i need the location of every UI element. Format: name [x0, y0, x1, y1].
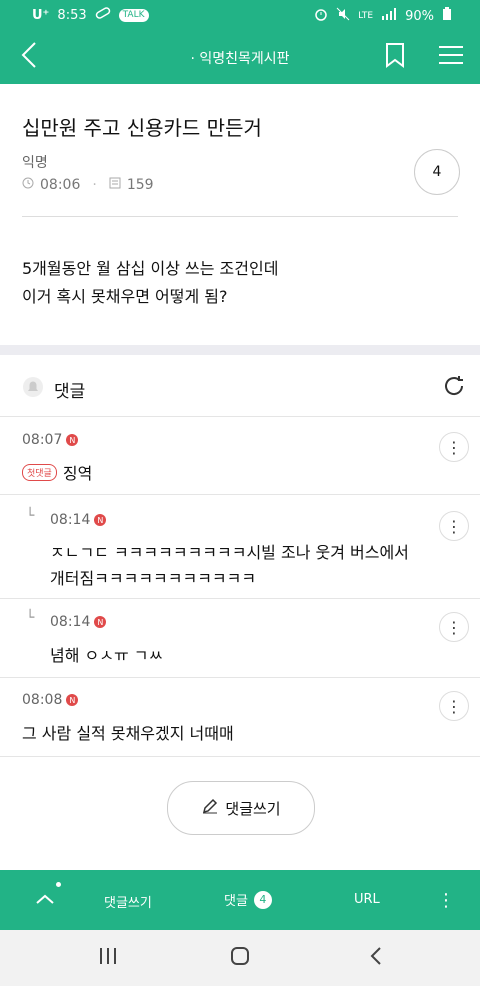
home-icon — [230, 946, 250, 970]
view-count: 159 — [126, 177, 154, 193]
post-time: 08:06 — [40, 177, 81, 193]
pill-icon — [95, 7, 111, 23]
battery-label: 90% — [405, 8, 434, 24]
chevron-left-icon — [369, 946, 383, 970]
menu-button[interactable] — [434, 40, 468, 74]
system-nav-bar — [0, 930, 480, 986]
battery-icon — [442, 7, 452, 25]
comment-item: 08:07 N — [22, 432, 79, 448]
new-badge: N — [94, 616, 107, 628]
more-vertical-icon: ⋮ — [446, 617, 462, 637]
comments-label: 댓글 — [54, 382, 86, 402]
comments-header: 댓글 — [22, 376, 85, 403]
comment-text: 징역 — [62, 464, 93, 483]
pencil-icon — [201, 797, 219, 819]
bottom-write-button[interactable]: 댓글쓰기 — [104, 892, 152, 911]
scroll-top-button[interactable] — [28, 886, 62, 916]
clock-icon — [22, 177, 34, 193]
divider — [22, 216, 458, 217]
write-comment-button[interactable]: 댓글쓰기 — [167, 781, 315, 835]
refresh-button[interactable] — [440, 374, 468, 402]
comment-count-badge[interactable]: 4 — [414, 149, 460, 195]
divider — [0, 598, 480, 599]
alarm-icon — [314, 7, 328, 25]
recent-apps-icon — [98, 947, 118, 969]
views-icon — [109, 177, 121, 193]
chevron-up-icon — [35, 893, 55, 909]
recent-apps-button[interactable] — [96, 946, 120, 970]
author-name: 익명 — [22, 155, 48, 171]
reply-arrow-icon: └ — [26, 610, 35, 626]
app-bar: · 익명친목게시판 — [0, 30, 480, 84]
back-nav-button[interactable] — [364, 946, 388, 970]
first-comment-tag: 첫댓글 — [22, 463, 57, 481]
comment-time: 08:14 — [50, 614, 91, 630]
mute-icon — [336, 7, 350, 25]
refresh-icon — [442, 374, 466, 402]
more-vertical-icon: ⋮ — [437, 889, 455, 911]
comment-time: 08:08 — [22, 692, 63, 708]
comment-text: ㅈㄴㄱㄷ ㅋㅋㅋㅋㅋㅋㅋㅋㅋ시빌 조나 웃겨 버스에서 개터짐ㅋㅋㅋㅋㅋㅋㅋㅋㅋ… — [50, 543, 409, 588]
divider — [0, 756, 480, 757]
meta-dot: · — [92, 177, 97, 193]
post-meta: 08:06 · 159 — [22, 177, 154, 193]
bell-icon[interactable] — [22, 376, 44, 403]
more-vertical-icon: ⋮ — [446, 437, 462, 457]
post-title: 십만원 주고 신용카드 만든거 — [22, 116, 262, 140]
hamburger-icon — [439, 45, 463, 69]
new-badge: N — [66, 694, 79, 706]
comment-text: 그 사람 실적 못채우겠지 너때매 — [22, 724, 234, 743]
more-options-button[interactable]: ⋮ — [439, 612, 469, 642]
url-button[interactable]: URL — [354, 892, 380, 907]
post-body: 5개월동안 월 삼십 이상 쓰는 조건인데 이거 혹시 못채우면 어떻게 됨? — [22, 255, 278, 311]
post-body-line: 이거 혹시 못채우면 어떻게 됨? — [22, 287, 228, 306]
bottom-action-bar: 댓글쓰기 댓글 4 URL ⋮ — [0, 870, 480, 930]
talk-icon: TALK — [118, 8, 149, 22]
divider — [0, 494, 480, 495]
bottom-comments-label: 댓글 — [224, 894, 248, 909]
new-badge: N — [94, 514, 107, 526]
bookmark-button[interactable] — [378, 40, 412, 74]
notification-dot — [56, 882, 61, 887]
clock: 8:53 — [57, 7, 87, 23]
carrier-label: U⁺ — [32, 7, 50, 23]
home-button[interactable] — [228, 946, 252, 970]
write-comment-label: 댓글쓰기 — [225, 799, 281, 818]
more-button[interactable]: ⋮ — [436, 888, 456, 912]
signal-icon — [381, 8, 397, 24]
bookmark-icon — [385, 42, 405, 72]
reply-arrow-icon: └ — [26, 508, 35, 524]
more-options-button[interactable]: ⋮ — [439, 691, 469, 721]
new-badge: N — [66, 434, 79, 446]
comment-time: 08:14 — [50, 512, 91, 528]
status-bar: U⁺ 8:53 TALK LTE 90% — [0, 0, 480, 30]
divider — [0, 677, 480, 678]
bottom-comments-button[interactable]: 댓글 4 — [224, 890, 272, 909]
section-separator — [0, 345, 480, 355]
post-body-line: 5개월동안 월 삼십 이상 쓰는 조건인데 — [22, 259, 279, 278]
comment-time: 08:07 — [22, 432, 63, 448]
more-vertical-icon: ⋮ — [446, 696, 462, 716]
lte-label: LTE — [358, 11, 374, 21]
comment-text: 념해 ㅇㅅㅠ ㄱㅆ — [50, 646, 164, 665]
divider — [0, 416, 480, 417]
more-vertical-icon: ⋮ — [446, 516, 462, 536]
more-options-button[interactable]: ⋮ — [439, 511, 469, 541]
more-options-button[interactable]: ⋮ — [439, 432, 469, 462]
comments-count-badge: 4 — [253, 890, 272, 909]
